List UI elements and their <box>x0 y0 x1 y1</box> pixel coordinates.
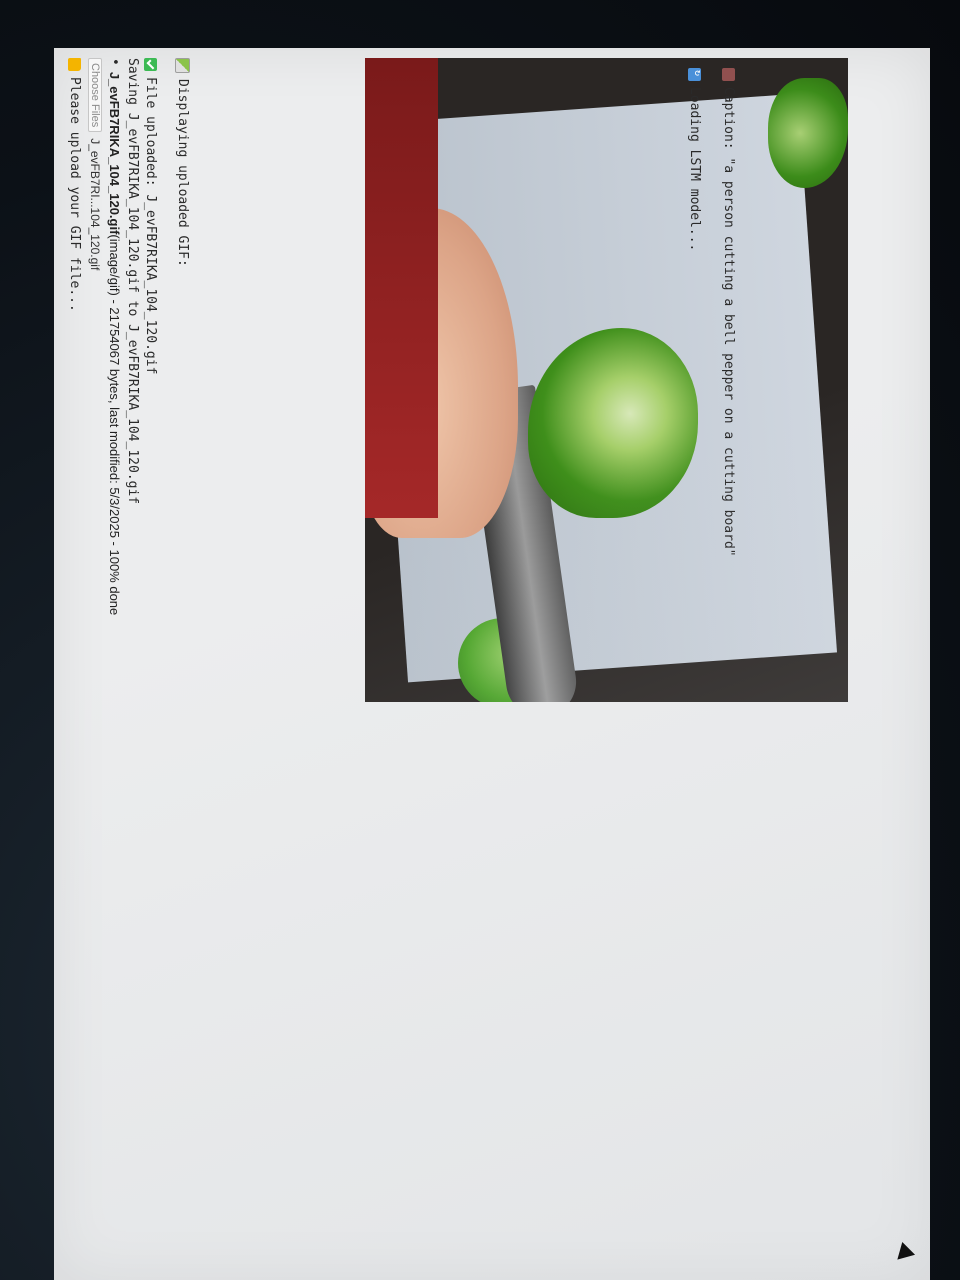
uploaded-line: File uploaded: J_evFB7RIKA_104_120.gif <box>143 58 158 374</box>
upload-details: (image/gif) - 21754067 bytes, last modif… <box>107 234 122 616</box>
uploaded-text: File uploaded: J_evFB7RIKA_104_120.gif <box>143 77 158 375</box>
file-input-row: Choose Files J_evFB7RI...104_120.gif <box>88 58 102 270</box>
choose-files-button[interactable]: Choose Files <box>88 58 102 133</box>
displaying-line: Displaying uploaded GIF: <box>175 58 190 267</box>
pepper-slice <box>768 78 848 188</box>
upload-summary-text: J_evFB7RIKA_104_120.gif(image/gif) - 217… <box>107 72 122 615</box>
upload-prompt: Please upload your GIF file... <box>67 58 82 312</box>
red-sleeve <box>365 58 438 518</box>
displaying-text: Displaying uploaded GIF: <box>175 79 190 267</box>
screen: Please upload your GIF file... Choose Fi… <box>54 48 930 1280</box>
folder-icon <box>68 58 81 71</box>
selected-file-name: J_evFB7RI...104_120.gif <box>88 138 102 271</box>
image-icon <box>175 58 190 73</box>
puzzle-icon <box>722 68 735 81</box>
upload-prompt-text: Please upload your GIF file... <box>67 77 82 312</box>
loading-line: Loading LSTM model... <box>687 68 702 251</box>
check-icon <box>144 58 157 71</box>
caption-line: Caption: "a person cutting a bell pepper… <box>721 68 736 557</box>
upload-summary: • J_evFB7RIKA_104_120.gif(image/gif) - 2… <box>107 58 122 615</box>
notebook-output: Please upload your GIF file... Choose Fi… <box>54 48 930 1280</box>
saving-line: Saving J_evFB7RIKA_104_120.gif to J_evFB… <box>125 58 140 504</box>
loading-text: Loading LSTM model... <box>687 87 702 252</box>
uploaded-filename: J_evFB7RIKA_104_120.gif <box>107 71 122 235</box>
saving-text: Saving J_evFB7RIKA_104_120.gif to J_evFB… <box>125 58 140 505</box>
uploaded-gif-image <box>365 58 848 702</box>
caption-text: Caption: "a person cutting a bell pepper… <box>721 87 736 557</box>
refresh-icon <box>688 68 701 81</box>
bullet: • <box>107 58 122 66</box>
